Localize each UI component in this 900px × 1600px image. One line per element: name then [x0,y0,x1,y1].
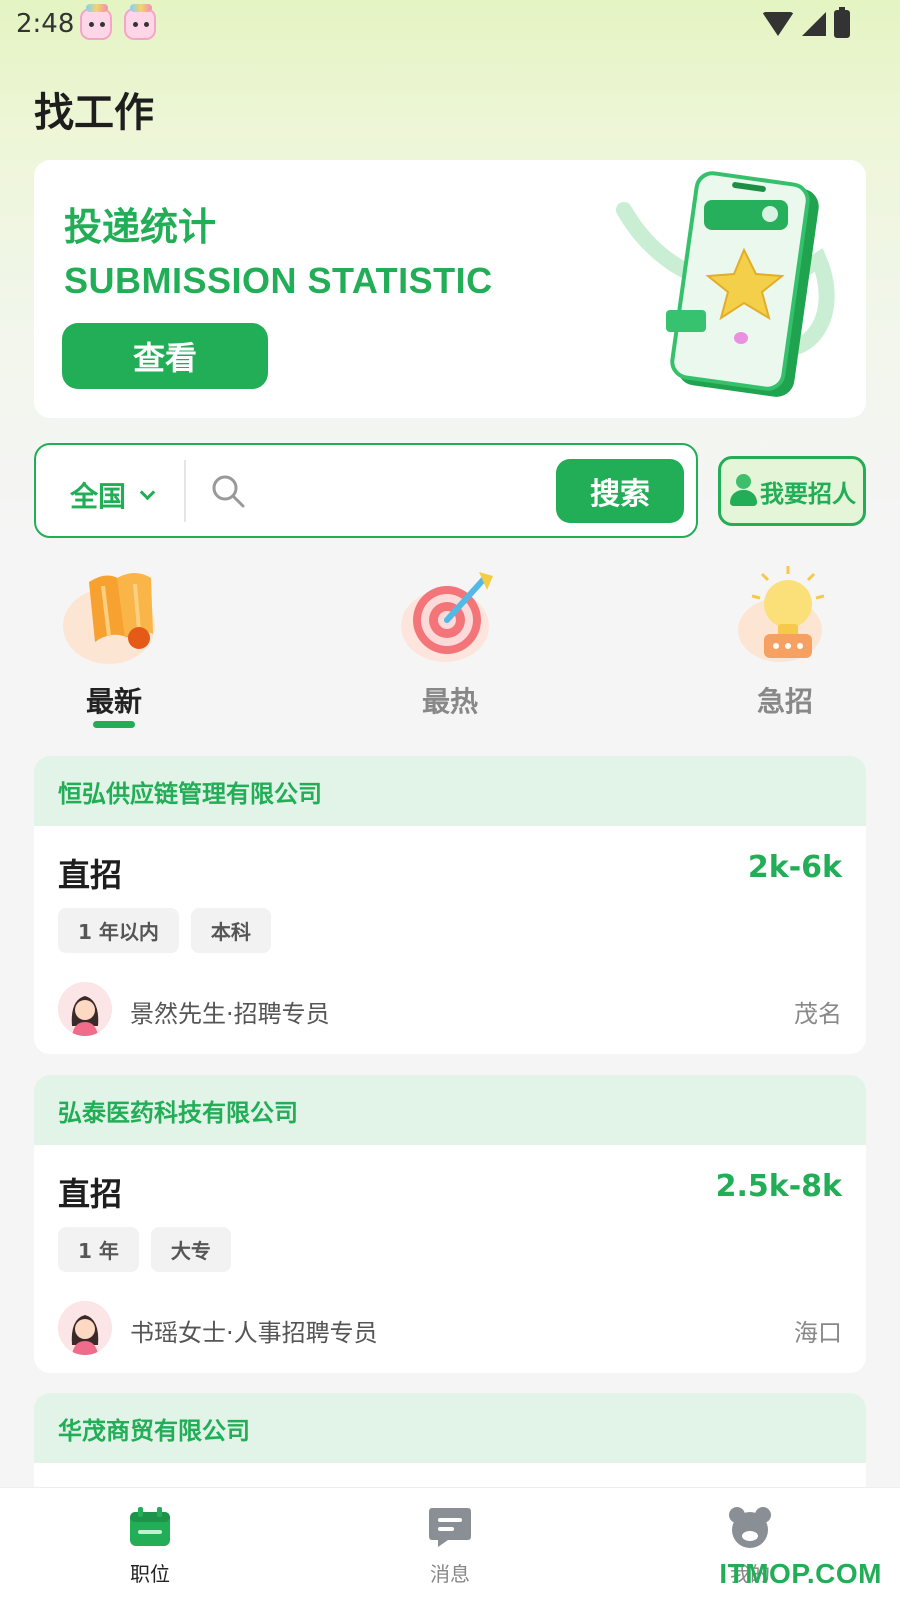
book-icon [63,573,155,664]
avatar [58,982,112,1036]
experience-tag: 1 年以内 [58,908,179,953]
view-statistics-button[interactable]: 查看 [62,323,268,389]
nav-label: 消息 [430,1562,470,1586]
active-tab-indicator [93,721,135,728]
signal-icon [802,12,826,36]
page-title: 找工作 [34,90,154,136]
chevron-down-icon [139,484,156,500]
company-name: 华茂商贸有限公司 [34,1393,866,1463]
post-job-label: 我要招人 [760,480,856,508]
company-name: 弘泰医药科技有限公司 [34,1075,866,1145]
education-tag: 大专 [150,1227,231,1272]
job-card[interactable]: 恒弘供应链管理有限公司 直招 2k-6k 1 年以内 本科 景然先生·招聘专员 … [34,756,866,1054]
banner-title: 投递统计 [64,205,217,249]
target-icon [401,572,493,662]
region-selector[interactable]: 全国 [70,475,156,515]
person-icon [728,474,758,508]
watermark: ITMOP.COM [719,1558,882,1589]
recruiter-name: 书瑶女士·人事招聘专员 [130,1319,378,1347]
job-salary: 2.5k-8k [715,1169,842,1204]
bear-icon [729,1507,771,1548]
tab-label: 急招 [756,685,813,718]
wifi-icon [762,12,794,36]
company-name: 恒弘供应链管理有限公司 [34,756,866,826]
tab-urgent[interactable]: 急招 [720,560,850,720]
job-tags: 1 年 大专 [58,1227,231,1272]
experience-tag: 1 年 [58,1227,139,1272]
submission-banner[interactable]: 投递统计 SUBMISSION STATISTIC 查看 [34,160,866,418]
tab-label: 最热 [421,685,478,718]
recruiter-name: 景然先生·招聘专员 [130,1000,330,1028]
status-bar: 2:48 [0,0,900,48]
battery-icon [834,7,850,38]
job-card[interactable]: 弘泰医药科技有限公司 直招 2.5k-8k 1 年 大专 书瑶女士·人事招聘专员… [34,1075,866,1373]
banner-subtitle: SUBMISSION STATISTIC [64,260,493,301]
lightbulb-icon [738,566,825,662]
tab-label: 最新 [85,685,142,718]
post-job-button[interactable]: 我要招人 [718,456,866,526]
phone-illustration-icon [616,171,835,397]
search-icon [212,475,245,508]
nav-messages[interactable]: 消息 [390,1506,510,1587]
search-divider [184,460,186,522]
nav-jobs[interactable]: 职位 [90,1506,210,1587]
tab-hottest[interactable]: 最热 [385,560,515,720]
search-bar: 全国 搜索 [34,443,698,538]
job-salary: 2k-6k [747,850,842,885]
job-city: 海口 [794,1319,842,1347]
job-title: 直招 [58,856,123,894]
app-notification-icon [80,4,112,40]
search-button[interactable]: 搜索 [556,459,684,523]
region-label: 全国 [70,480,127,513]
job-title: 直招 [58,1175,123,1213]
job-tags: 1 年以内 本科 [58,908,271,953]
calendar-icon [130,1507,170,1546]
nav-label: 职位 [130,1562,170,1586]
search-input[interactable] [258,461,558,521]
status-indicators [762,7,850,40]
message-icon [429,1508,471,1547]
status-time: 2:48 [16,9,75,39]
avatar [58,1301,112,1355]
app-notification-icon [124,4,156,40]
education-tag: 本科 [190,908,271,953]
tab-latest[interactable]: 最新 [49,560,179,720]
job-city: 茂名 [794,1000,842,1028]
